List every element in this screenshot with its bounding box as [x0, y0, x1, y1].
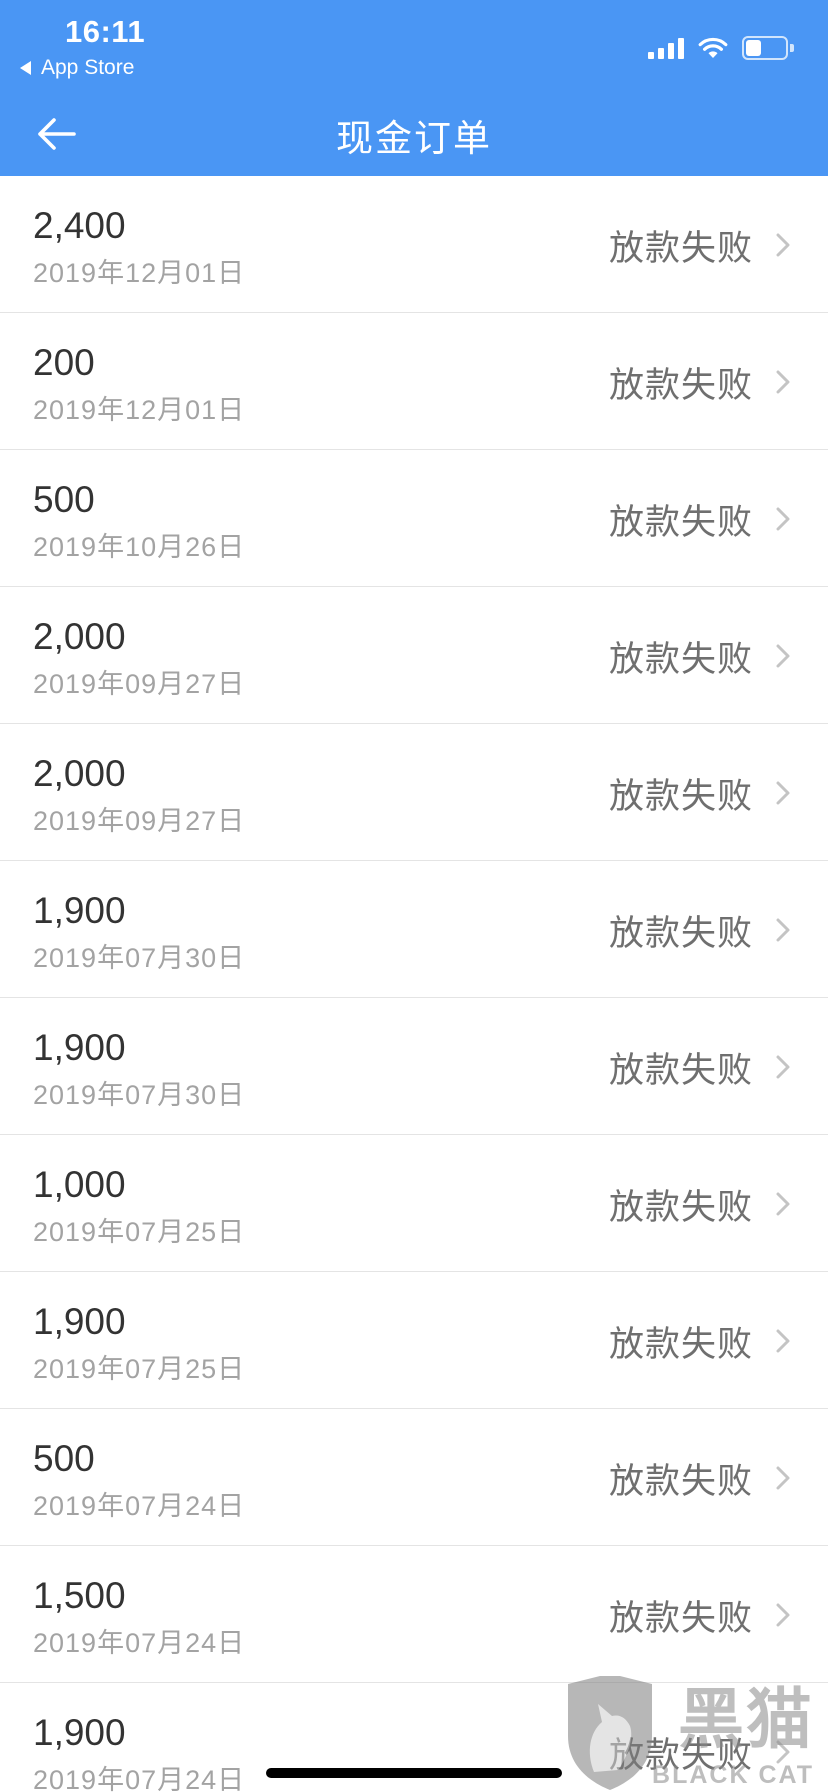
back-to-app-link[interactable]: App Store — [20, 56, 134, 80]
watermark-text-en: BLACK CAT — [652, 1761, 814, 1789]
page-title: 现金订单 — [336, 118, 492, 159]
order-row[interactable]: 200 2019年12月01日 放款失败 — [0, 313, 828, 450]
order-date: 2019年07月25日 — [33, 1354, 246, 1384]
order-status: 放款失败 — [608, 1462, 753, 1501]
order-row[interactable]: 1,500 2019年07月24日 放款失败 — [0, 1546, 828, 1683]
order-row[interactable]: 2,000 2019年09月27日 放款失败 — [0, 724, 828, 861]
order-row[interactable]: 500 2019年10月26日 放款失败 — [0, 450, 828, 587]
order-date: 2019年09月27日 — [33, 806, 246, 836]
order-status: 放款失败 — [608, 640, 753, 679]
order-amount: 1,500 — [33, 1575, 126, 1616]
order-amount: 2,400 — [33, 205, 126, 246]
order-status: 放款失败 — [608, 1325, 753, 1364]
order-row[interactable]: 500 2019年07月24日 放款失败 — [0, 1409, 828, 1546]
order-row[interactable]: 1,000 2019年07月25日 放款失败 — [0, 1135, 828, 1272]
order-row[interactable]: 2,400 2019年12月01日 放款失败 — [0, 176, 828, 313]
chevron-right-icon — [776, 1603, 790, 1627]
order-status: 放款失败 — [608, 229, 753, 268]
header: 16:11 App Store 现金订单 — [0, 0, 828, 176]
order-date: 2019年12月01日 — [33, 258, 246, 288]
black-cat-logo-icon — [568, 1676, 652, 1790]
order-status: 放款失败 — [608, 1188, 753, 1227]
order-date: 2019年07月24日 — [33, 1765, 246, 1792]
order-status: 放款失败 — [608, 1599, 753, 1638]
order-date: 2019年07月30日 — [33, 1080, 246, 1110]
chevron-right-icon — [776, 644, 790, 668]
order-amount: 1,900 — [33, 890, 126, 931]
order-list: 2,400 2019年12月01日 放款失败 200 2019年12月01日 放款失败 50… — [0, 176, 828, 1792]
order-date: 2019年10月26日 — [33, 532, 246, 562]
order-amount: 1,000 — [33, 1164, 126, 1205]
watermark: 黑猫 BLACK CAT — [552, 1674, 824, 1792]
order-status: 放款失败 — [608, 1051, 753, 1090]
order-row[interactable]: 1,900 2019年07月25日 放款失败 — [0, 1272, 828, 1409]
order-date: 2019年07月25日 — [33, 1217, 246, 1247]
order-date: 2019年07月30日 — [33, 943, 246, 973]
order-row[interactable]: 2,000 2019年09月27日 放款失败 — [0, 587, 828, 724]
order-amount: 500 — [33, 1438, 95, 1479]
order-date: 2019年07月24日 — [33, 1491, 246, 1521]
status-time: 16:11 — [65, 14, 146, 49]
watermark-text-cn: 黑猫 — [678, 1682, 814, 1756]
order-status: 放款失败 — [608, 914, 753, 953]
chevron-right-icon — [776, 918, 790, 942]
chevron-right-icon — [776, 1329, 790, 1353]
chevron-right-icon — [776, 233, 790, 257]
order-amount: 1,900 — [33, 1712, 126, 1753]
order-date: 2019年07月24日 — [33, 1628, 246, 1658]
order-row[interactable]: 1,900 2019年07月30日 放款失败 — [0, 861, 828, 998]
back-triangle-icon — [20, 61, 31, 75]
order-amount: 500 — [33, 479, 95, 520]
chevron-right-icon — [776, 1055, 790, 1079]
cellular-signal-icon — [648, 37, 684, 59]
chevron-right-icon — [776, 781, 790, 805]
screen: 16:11 App Store 现金订单 2,400 2019年12月01日 放… — [0, 0, 828, 1792]
order-amount: 2,000 — [33, 753, 126, 794]
chevron-right-icon — [776, 370, 790, 394]
wifi-icon — [698, 37, 728, 58]
order-amount: 1,900 — [33, 1301, 126, 1342]
chevron-right-icon — [776, 1192, 790, 1216]
order-status: 放款失败 — [608, 366, 753, 405]
chevron-right-icon — [776, 507, 790, 531]
order-amount: 1,900 — [33, 1027, 126, 1068]
back-app-label: App Store — [41, 56, 135, 79]
battery-icon — [742, 36, 794, 60]
status-icons — [648, 36, 794, 60]
home-indicator — [266, 1768, 562, 1778]
order-amount: 200 — [33, 342, 95, 383]
order-row[interactable]: 1,900 2019年07月30日 放款失败 — [0, 998, 828, 1135]
chevron-right-icon — [776, 1466, 790, 1490]
order-amount: 2,000 — [33, 616, 126, 657]
order-status: 放款失败 — [608, 777, 753, 816]
order-date: 2019年12月01日 — [33, 395, 246, 425]
order-status: 放款失败 — [608, 503, 753, 542]
order-date: 2019年09月27日 — [33, 669, 246, 699]
